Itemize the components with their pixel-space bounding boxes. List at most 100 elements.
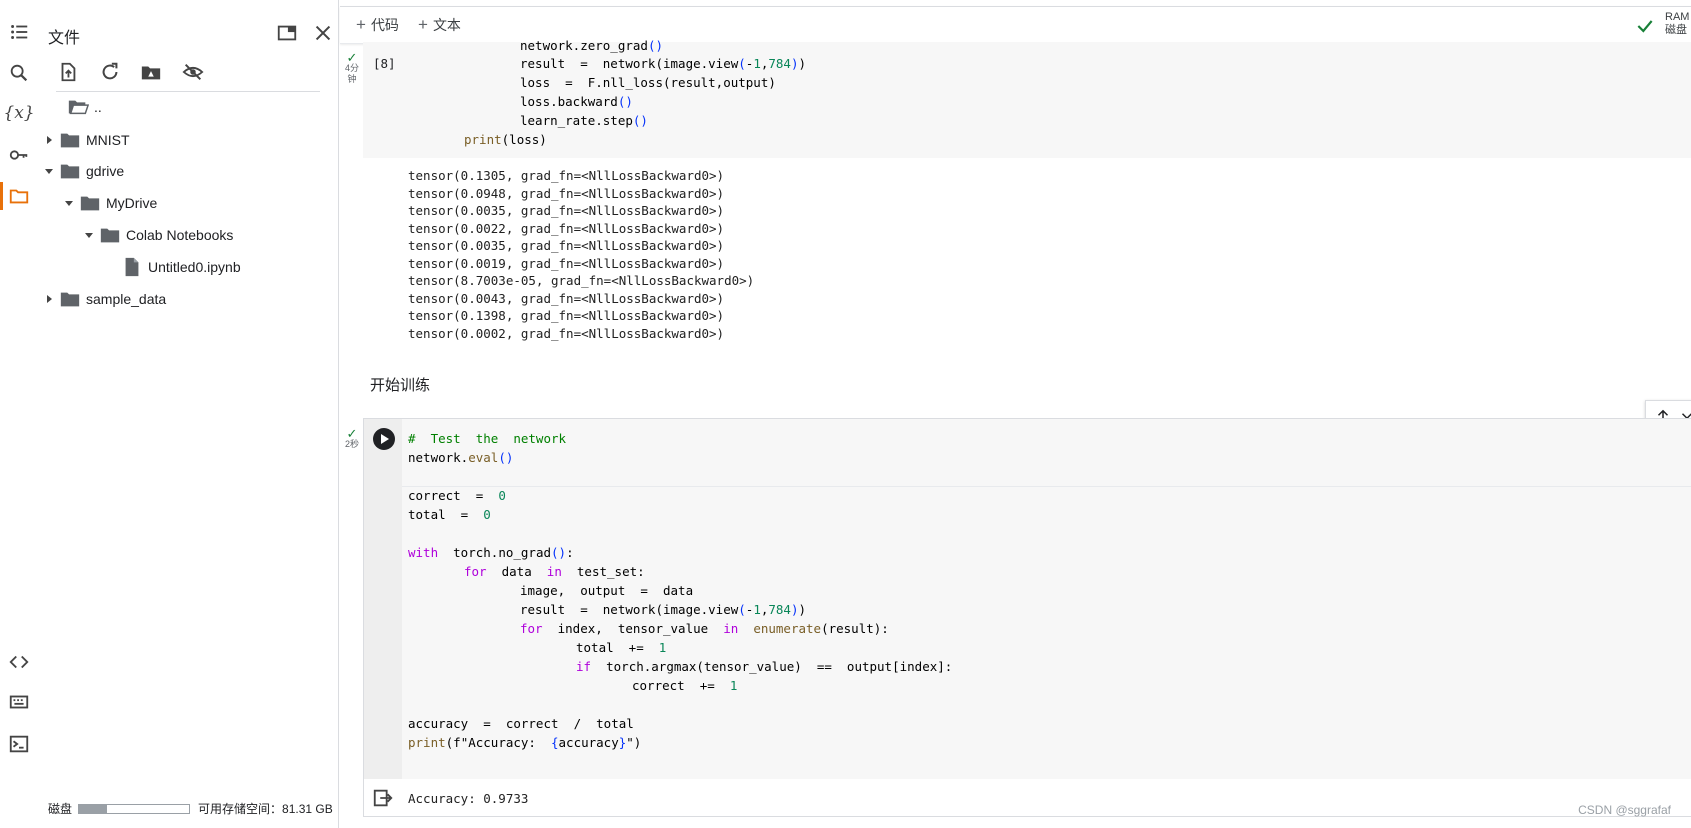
- files-panel: 文件 .. MNIST gdrive MyDrive Colab Noteboo…: [38, 0, 339, 828]
- output-line: Accuracy: 0.9733: [408, 791, 529, 806]
- tree-item-label: Colab Notebooks: [126, 227, 234, 243]
- cell-gutter: [364, 419, 402, 779]
- code-line: accuracy = correct / total: [408, 716, 634, 731]
- code-line: result = network(image.view(-1,784)): [520, 56, 807, 71]
- tree-item-colab-notebooks[interactable]: Colab Notebooks: [80, 220, 233, 250]
- output-line: tensor(0.0002, grad_fn=<NllLossBackward0…: [408, 326, 725, 341]
- plus-icon: +: [418, 15, 428, 34]
- tree-item-mnist[interactable]: MNIST: [40, 125, 130, 155]
- storage-available-text: 可用存储空间：81.31 GB: [198, 802, 333, 816]
- code-cell-training[interactable]: [8] network.zero_grad() result = network…: [363, 38, 1691, 158]
- tree-item-parent[interactable]: ..: [48, 92, 102, 122]
- tree-item-mydrive[interactable]: MyDrive: [60, 188, 157, 218]
- code-line: for data in test_set:: [464, 564, 645, 579]
- open-in-tab-icon[interactable]: [274, 20, 300, 46]
- cell-exec-time: 2秒: [344, 439, 359, 449]
- terminal-icon[interactable]: [0, 726, 38, 762]
- check-icon: ✓: [346, 50, 358, 65]
- search-icon[interactable]: [0, 55, 38, 91]
- mount-drive-icon[interactable]: [135, 58, 167, 86]
- check-icon: ✓: [346, 426, 358, 441]
- command-palette-icon[interactable]: [0, 684, 38, 720]
- files-folder-icon[interactable]: [0, 178, 38, 214]
- cell-output-test: Accuracy: 0.9733: [363, 780, 1691, 817]
- ram-disk-indicator[interactable]: RAM 磁盘: [1665, 11, 1691, 37]
- code-line: network.eval(): [408, 450, 514, 465]
- current-line-highlight: [402, 486, 1691, 487]
- text-cell-heading[interactable]: 开始训练: [370, 374, 430, 395]
- code-line: image, output = data: [520, 583, 694, 598]
- tree-item-label: gdrive: [86, 163, 125, 179]
- add-code-label: 代码: [370, 17, 399, 33]
- tree-item-label: Untitled0.ipynb: [148, 259, 241, 275]
- tree-item-label: ..: [94, 99, 102, 115]
- code-line: network.zero_grad(): [520, 38, 663, 53]
- code-line: loss = F.nll_loss(result,output): [520, 75, 776, 90]
- tree-item-label: sample_data: [86, 291, 167, 307]
- chevron-down-icon[interactable]: [80, 230, 98, 240]
- output-line: tensor(0.0043, grad_fn=<NllLossBackward0…: [408, 291, 725, 306]
- code-line: total = 0: [408, 507, 491, 522]
- code-line: correct += 1: [632, 678, 738, 693]
- hide-hidden-files-icon[interactable]: [177, 58, 209, 86]
- tree-item-label: MyDrive: [106, 195, 158, 211]
- folder-icon: [98, 223, 122, 247]
- add-text-label: 文本: [432, 17, 461, 33]
- variables-icon[interactable]: {x}: [0, 95, 38, 131]
- upload-file-icon[interactable]: [52, 58, 84, 86]
- cell-status: ✓ 4分钟: [342, 50, 362, 85]
- table-of-contents-icon[interactable]: [0, 14, 38, 50]
- output-line: tensor(0.0022, grad_fn=<NllLossBackward0…: [408, 221, 725, 236]
- disk-progress-fill: [79, 804, 107, 813]
- file-icon: [120, 255, 144, 279]
- folder-icon: [58, 287, 82, 311]
- tree-item-label: MNIST: [86, 132, 130, 148]
- chevron-down-icon[interactable]: [40, 166, 58, 176]
- chevron-right-icon[interactable]: [40, 294, 58, 304]
- exec-count: [8]: [373, 56, 396, 71]
- output-line: tensor(0.0035, grad_fn=<NllLossBackward0…: [408, 203, 725, 218]
- code-line: print(f"Accuracy: {accuracy}"): [408, 735, 642, 750]
- tree-item-gdrive[interactable]: gdrive: [40, 156, 124, 186]
- close-icon[interactable]: [310, 20, 336, 46]
- folder-icon: [58, 128, 82, 152]
- add-text-button[interactable]: + 文本: [418, 15, 461, 35]
- chevron-right-icon[interactable]: [40, 135, 58, 145]
- watermark: CSDN @sggrafaf: [1578, 803, 1671, 817]
- code-line: # Test the network: [408, 431, 567, 446]
- disk-progress: [78, 803, 191, 814]
- add-code-button[interactable]: + 代码: [356, 15, 399, 35]
- connected-check-icon[interactable]: [1635, 16, 1655, 36]
- tree-item-sample-data[interactable]: sample_data: [40, 284, 166, 314]
- run-cell-button[interactable]: [373, 428, 395, 450]
- plus-icon: +: [356, 15, 366, 34]
- cell-status: ✓ 2秒: [342, 426, 362, 450]
- output-line: tensor(8.7003e-05, grad_fn=<NllLossBackw…: [408, 273, 755, 288]
- output-line: tensor(0.1398, grad_fn=<NllLossBackward0…: [408, 308, 725, 323]
- secrets-key-icon[interactable]: [0, 137, 38, 173]
- code-line: correct = 0: [408, 488, 506, 503]
- output-line: tensor(0.0948, grad_fn=<NllLossBackward0…: [408, 186, 725, 201]
- code-line: for index, tensor_value in enumerate(res…: [520, 621, 889, 636]
- code-line: with torch.no_grad():: [408, 545, 574, 560]
- folder-icon: [78, 191, 102, 215]
- folder-open-icon: [66, 95, 90, 119]
- output-menu-icon[interactable]: [372, 787, 394, 809]
- code-snippets-icon[interactable]: [0, 644, 38, 680]
- left-icon-rail: {x}: [0, 0, 38, 828]
- disk-label: 磁盘: [48, 802, 73, 816]
- code-line: learn_rate.step(): [520, 113, 648, 128]
- folder-icon: [58, 159, 82, 183]
- output-line: tensor(0.0019, grad_fn=<NllLossBackward0…: [408, 256, 725, 271]
- cell-exec-time: 4分钟: [344, 63, 359, 84]
- ram-label: RAM: [1665, 11, 1690, 23]
- refresh-icon[interactable]: [94, 58, 126, 86]
- output-line: tensor(0.0035, grad_fn=<NllLossBackward0…: [408, 238, 725, 253]
- code-line: total += 1: [576, 640, 667, 655]
- code-cell-test[interactable]: # Test the network network.eval() correc…: [402, 419, 1691, 779]
- code-line: print(loss): [464, 132, 547, 147]
- output-line: tensor(0.1305, grad_fn=<NllLossBackward0…: [408, 168, 725, 183]
- code-line: loss.backward(): [520, 94, 633, 109]
- chevron-down-icon[interactable]: [60, 198, 78, 208]
- tree-item-untitled0[interactable]: Untitled0.ipynb: [120, 252, 241, 282]
